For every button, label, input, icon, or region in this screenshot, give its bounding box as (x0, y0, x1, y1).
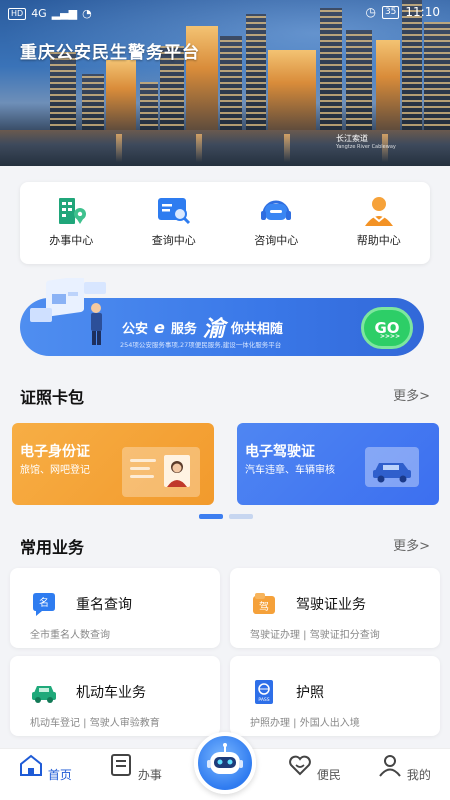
certificates-more-link[interactable]: 更多> (393, 385, 430, 404)
robot-icon (207, 743, 243, 774)
svg-text:PASS: PASS (258, 697, 269, 703)
license-car-icon (365, 447, 419, 487)
tab-mine[interactable]: 我的 (374, 753, 434, 783)
carousel-indicator (199, 514, 253, 519)
cert-desc: 旅馆、网吧登记 (20, 465, 90, 476)
go-button[interactable]: GO >>>> (361, 307, 413, 349)
tab-label: 首页 (47, 768, 72, 782)
service-name: 重名查询 (76, 597, 132, 613)
network-label: 4G (31, 7, 47, 20)
e-id-card[interactable]: 电子身份证 旅馆、网吧登记 (12, 423, 214, 505)
cert-desc: 汽车违章、车辆审核 (245, 465, 335, 476)
quick-link-label: 查询中心 (151, 234, 196, 247)
search-card-icon (157, 198, 190, 225)
photo-caption-text: 长江索道 (336, 134, 368, 143)
alarm-icon: ◷ (365, 5, 376, 19)
quick-link-help-center[interactable]: 帮助中心 (328, 182, 431, 264)
tab-tasks[interactable]: 办事 (105, 753, 165, 783)
photo-caption-sub: Yangtze River Cableway (336, 144, 396, 150)
building-location-icon (59, 198, 87, 224)
services-more-link[interactable]: 更多> (393, 535, 430, 554)
name-query-icon: 名 (33, 593, 55, 616)
service-driver-license[interactable]: 驾 驾驶证业务 驾驶证办理 | 驾驶证扣分查询 (230, 568, 440, 648)
go-arrows: >>>> (380, 333, 401, 340)
section-title-certificates: 证照卡包 (20, 388, 85, 407)
hero-banner: HD 4G ▂▄▆ ◔ ◷ 35 11:10 重庆公安民生警务平台 长江索道 Y… (0, 0, 450, 166)
banner-slogan-part2: 服务 (170, 321, 197, 337)
status-bar: HD 4G ▂▄▆ ◔ ◷ 35 11:10 (0, 0, 450, 28)
quick-link-service-center[interactable]: 办事中心 (20, 182, 123, 264)
car-icon (32, 686, 56, 703)
svg-text:驾: 驾 (259, 601, 269, 613)
tab-convenience[interactable]: 便民 (284, 753, 344, 783)
sim-tag: HD (8, 7, 27, 20)
banner-e-logo: e (154, 317, 165, 337)
clock: 11:10 (405, 5, 440, 19)
quick-links-card: 办事中心 查询中心 咨询中心 帮助中心 (20, 182, 430, 264)
svg-text:名: 名 (39, 596, 49, 609)
tab-home[interactable]: 首页 (15, 753, 75, 783)
signal-icon: ▂▄▆ (51, 7, 78, 20)
service-passport[interactable]: PASS 护照 护照办理 | 外国人出入境 (230, 656, 440, 736)
cert-title: 电子驾驶证 (245, 444, 315, 460)
wifi-icon: ◔ (82, 7, 92, 20)
list-doc-icon (111, 754, 132, 776)
officer-whiteboard-illustration (30, 278, 106, 345)
service-desc: 护照办理 | 外国人出入境 (250, 718, 360, 729)
headset-icon (261, 200, 292, 220)
carousel-dot[interactable] (229, 514, 253, 519)
user-icon (379, 755, 401, 777)
tab-label: 便民 (316, 768, 341, 782)
photo-caption: 长江索道 Yangtze River Cableway (336, 133, 396, 150)
carousel-dot[interactable] (199, 514, 223, 519)
banner-subtitle: 254项公安服务事项,27项便民服务,建设一体化服务平台 (120, 341, 282, 349)
service-vehicle[interactable]: 机动车业务 机动车登记 | 驾驶人审验教育 (10, 656, 220, 736)
license-folder-icon: 驾 (253, 593, 275, 614)
assistant-robot-button[interactable] (194, 732, 256, 794)
quick-link-label: 咨询中心 (254, 234, 299, 247)
id-card-icon (122, 447, 200, 497)
service-name: 机动车业务 (76, 685, 146, 701)
service-name: 护照 (296, 685, 324, 701)
quick-link-query-center[interactable]: 查询中心 (123, 182, 226, 264)
section-title-services: 常用业务 (20, 538, 85, 557)
tab-label: 我的 (406, 768, 431, 782)
battery-level: 35 (381, 5, 400, 19)
person-helper-icon (364, 197, 393, 226)
service-name: 驾驶证业务 (296, 597, 366, 613)
page-title: 重庆公安民生警务平台 (20, 43, 200, 63)
service-desc: 全市重名人数查询 (30, 630, 110, 641)
service-name-query[interactable]: 名 重名查询 全市重名人数查询 (10, 568, 220, 648)
e-driver-license[interactable]: 电子驾驶证 汽车违章、车辆审核 (237, 423, 439, 505)
passport-icon: PASS (255, 680, 273, 704)
service-desc: 驾驶证办理 | 驾驶证扣分查询 (250, 630, 380, 641)
home-icon (20, 754, 43, 776)
banner-slogan-part1: 公安 (122, 321, 149, 337)
banner-slogan-part3: 你共相随 (230, 321, 283, 337)
quick-link-consult-center[interactable]: 咨询中心 (225, 182, 328, 264)
quick-link-label: 帮助中心 (356, 234, 401, 247)
quick-link-label: 办事中心 (49, 234, 94, 247)
service-desc: 机动车登记 | 驾驶人审验教育 (30, 718, 160, 729)
heart-icon (289, 755, 311, 776)
cert-title: 电子身份证 (20, 444, 90, 460)
tab-label: 办事 (137, 768, 162, 782)
